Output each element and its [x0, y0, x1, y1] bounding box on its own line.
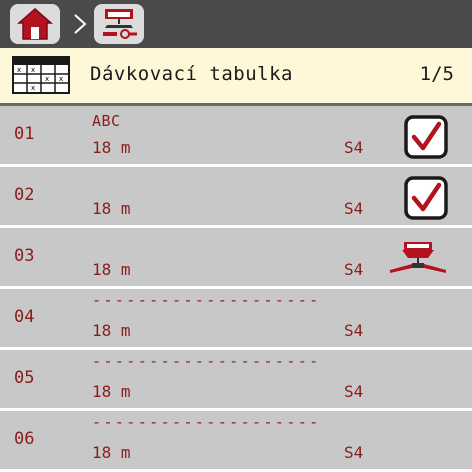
- page-title: Dávkovací tabulka: [90, 63, 293, 85]
- breadcrumb-bar: [0, 0, 472, 48]
- svg-text:x: x: [31, 84, 35, 92]
- page-indicator: 1/5: [419, 63, 454, 85]
- row-slot: S4: [344, 260, 364, 279]
- checkbox-checked-icon[interactable]: [404, 115, 448, 159]
- svg-text:x: x: [31, 66, 35, 74]
- spreader-settings-button[interactable]: [94, 4, 144, 44]
- home-icon: [17, 8, 53, 40]
- row-number: 01: [14, 124, 35, 144]
- chevron-right-icon: [74, 14, 87, 34]
- row-name-empty: --------------------: [92, 291, 321, 309]
- row-working-width: 18 m: [92, 443, 131, 462]
- row-name: ABC: [92, 112, 121, 130]
- spreader-settings-icon: [103, 9, 137, 39]
- home-button[interactable]: [10, 4, 60, 44]
- row-slot: S4: [344, 382, 364, 401]
- row-slot: S4: [344, 138, 364, 157]
- row-working-width: 18 m: [92, 260, 131, 279]
- row-number: 05: [14, 368, 35, 388]
- table-row[interactable]: 05 -------------------- 18 m S4: [0, 350, 472, 408]
- row-working-width: 18 m: [92, 382, 131, 401]
- row-working-width: 18 m: [92, 321, 131, 340]
- table-row[interactable]: 02 18 m S4: [0, 167, 472, 225]
- table-row[interactable]: 06 -------------------- 18 m S4: [0, 411, 472, 469]
- table-row[interactable]: 04 -------------------- 18 m S4: [0, 289, 472, 347]
- checkbox-checked-icon[interactable]: [404, 176, 448, 220]
- active-spreader-icon: [390, 242, 446, 273]
- svg-text:x: x: [17, 66, 21, 74]
- row-name-empty: --------------------: [92, 352, 321, 370]
- row-number: 02: [14, 185, 35, 205]
- page-header: x x x x x Dávkovací tabulka 1/5: [0, 48, 472, 106]
- row-working-width: 18 m: [92, 199, 131, 218]
- table-row[interactable]: 03 18 m S4: [0, 228, 472, 286]
- row-working-width: 18 m: [92, 138, 131, 157]
- svg-text:x: x: [45, 75, 49, 83]
- row-name-empty: --------------------: [92, 413, 321, 431]
- table-grid-icon: x x x x x: [12, 56, 70, 94]
- row-slot: S4: [344, 199, 364, 218]
- row-number: 06: [14, 429, 35, 449]
- row-slot: S4: [344, 321, 364, 340]
- svg-text:x: x: [59, 75, 63, 83]
- row-number: 04: [14, 307, 35, 327]
- row-slot: S4: [344, 443, 364, 462]
- table-row[interactable]: 01 ABC 18 m S4: [0, 106, 472, 164]
- row-number: 03: [14, 246, 35, 266]
